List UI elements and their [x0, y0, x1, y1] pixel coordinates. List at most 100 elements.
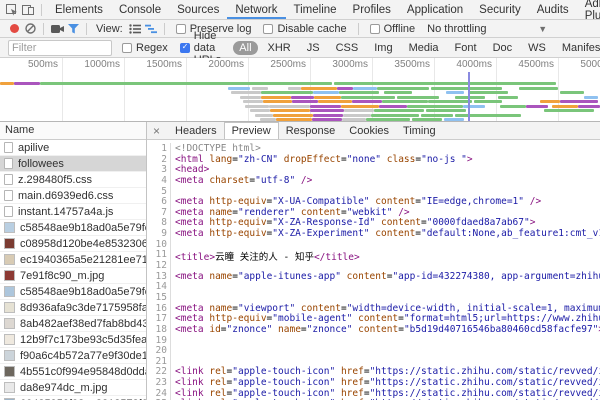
filter-type-media[interactable]: Media	[403, 41, 445, 55]
tab-sources[interactable]: Sources	[169, 0, 227, 19]
large-rows-view-icon[interactable]	[127, 21, 143, 37]
image-thumbnail-icon	[4, 286, 15, 297]
request-name: da8e974dc_m.jpg	[20, 382, 107, 394]
preview-code: 1234567891011121314151617181920212223242…	[147, 140, 600, 400]
throttling-select[interactable]: No throttling ▼	[427, 23, 547, 35]
tab-console[interactable]: Console	[111, 0, 169, 19]
filter-type-manifest[interactable]: Manifest	[556, 41, 600, 55]
filter-type-all[interactable]: All	[233, 41, 257, 55]
checkbox[interactable]	[263, 24, 273, 34]
request-row[interactable]: z.298480f5.css	[0, 172, 146, 188]
tick-label: 1500ms	[124, 59, 182, 70]
request-row[interactable]: c58548ae9b18ad0a5e79fe4e…	[0, 220, 146, 236]
overview-bar	[310, 105, 341, 108]
request-row[interactable]: 8ab482aef38ed7fab8bd4314…	[0, 316, 146, 332]
request-name: c58548ae9b18ad0a5e79fe4e…	[20, 286, 146, 298]
request-row[interactable]: instant.14757a4a.js	[0, 204, 146, 220]
detail-tab-headers[interactable]: Headers	[168, 122, 224, 139]
record-icon[interactable]	[6, 21, 22, 37]
overview-bar	[231, 91, 261, 94]
offline-checkbox[interactable]: Offline	[370, 23, 416, 35]
overview-bar	[292, 100, 318, 103]
main-tab-bar: ElementsConsoleSourcesNetworkTimelinePro…	[0, 0, 600, 20]
tab-timeline[interactable]: Timeline	[286, 0, 345, 19]
code-line	[175, 292, 600, 303]
overview-bar	[560, 91, 584, 94]
detail-tab-response[interactable]: Response	[279, 122, 343, 139]
tab-elements[interactable]: Elements	[47, 0, 111, 19]
line-number: 1	[147, 143, 167, 154]
overview-bar	[584, 96, 598, 99]
code-line: <link rel="apple-touch-icon" href="https…	[175, 366, 600, 377]
screenshot-capture-icon[interactable]	[49, 21, 65, 37]
filter-type-img[interactable]: Img	[368, 41, 398, 55]
request-row[interactable]: 12b9f7c173be93c5d35fea2d…	[0, 332, 146, 348]
request-name: apilive	[18, 142, 49, 154]
waterfall-view-icon[interactable]	[143, 21, 159, 37]
close-icon[interactable]: ×	[153, 125, 160, 137]
filter-type-xhr[interactable]: XHR	[262, 41, 297, 55]
clear-icon[interactable]	[22, 21, 38, 37]
request-row[interactable]: 7e91f8c90_m.jpg	[0, 268, 146, 284]
filter-type-doc[interactable]: Doc	[487, 41, 519, 55]
checkbox[interactable]	[180, 43, 190, 53]
request-row[interactable]: f90a6c4b572a77e9f30de153…	[0, 348, 146, 364]
filter-type-font[interactable]: Font	[449, 41, 483, 55]
regex-checkbox[interactable]: Regex	[122, 42, 168, 54]
overview-bar	[243, 100, 263, 103]
filter-type-ws[interactable]: WS	[522, 41, 552, 55]
image-thumbnail-icon	[4, 350, 15, 361]
checkbox[interactable]	[370, 24, 380, 34]
overview-bar	[382, 100, 428, 103]
code-line: <meta id="znonce" name="znonce" content=…	[175, 324, 600, 335]
tick-label: 2500ms	[248, 59, 306, 70]
detail-tab-timing[interactable]: Timing	[396, 122, 443, 139]
request-row[interactable]: 60485950f08ec8213572f0e7…	[0, 396, 146, 400]
code-line: <head>	[175, 164, 600, 175]
name-column-header[interactable]: Name	[0, 122, 146, 140]
disable-cache-checkbox[interactable]: Disable cache	[263, 23, 346, 35]
overview-bar	[377, 87, 429, 90]
filter-type-js[interactable]: JS	[301, 41, 326, 55]
tab-application[interactable]: Application	[399, 0, 471, 19]
request-row[interactable]: da8e974dc_m.jpg	[0, 380, 146, 396]
request-row[interactable]: apilive	[0, 140, 146, 156]
inspect-element-icon[interactable]	[4, 2, 20, 18]
request-row[interactable]: c08958d120be4e853230649…	[0, 236, 146, 252]
request-row[interactable]: c58548ae9b18ad0a5e79fe4e…	[0, 284, 146, 300]
checkbox[interactable]	[122, 43, 132, 53]
request-row[interactable]: main.d6939ed6.css	[0, 188, 146, 204]
tab-security[interactable]: Security	[471, 0, 529, 19]
request-name: 4b551c0f994e95848d0dda09…	[20, 366, 146, 378]
device-toolbar-icon[interactable]	[20, 2, 36, 18]
divider	[164, 23, 165, 35]
details-panel: × HeadersPreviewResponseCookiesTiming 12…	[147, 122, 600, 400]
request-name: 8ab482aef38ed7fab8bd4314…	[20, 318, 146, 330]
overview-bar	[0, 82, 14, 85]
request-row[interactable]: 8d936afa9c3de7175958fae5…	[0, 300, 146, 316]
filter-icon[interactable]	[65, 21, 81, 37]
request-row[interactable]: 4b551c0f994e95848d0dda09…	[0, 364, 146, 380]
divider	[41, 4, 42, 16]
tick-label: 1000ms	[62, 59, 120, 70]
overview-bar	[397, 96, 439, 99]
request-row[interactable]: followees	[0, 156, 146, 172]
overview-bar	[455, 114, 521, 117]
detail-tab-cookies[interactable]: Cookies	[342, 122, 396, 139]
filter-input[interactable]	[8, 40, 112, 56]
overview-bar	[334, 82, 556, 85]
filter-type-css[interactable]: CSS	[330, 41, 365, 55]
tab-audits[interactable]: Audits	[529, 0, 577, 19]
tab-profiles[interactable]: Profiles	[345, 0, 399, 19]
timeline-overview[interactable]: 500ms1000ms1500ms2000ms2500ms3000ms3500m…	[0, 58, 600, 122]
overview-bar	[353, 87, 377, 90]
overview-bar	[339, 91, 379, 94]
tab-network[interactable]: Network	[227, 0, 285, 19]
overview-bar	[240, 96, 261, 99]
detail-tab-preview[interactable]: Preview	[224, 122, 279, 139]
tick-label: 4000ms	[434, 59, 492, 70]
overview-bar	[379, 105, 407, 108]
request-row[interactable]: ec1940365a5e21281ee71856…	[0, 252, 146, 268]
tab-adblock-plus[interactable]: Adblock Plus	[577, 0, 600, 19]
overview-bar	[500, 105, 526, 108]
